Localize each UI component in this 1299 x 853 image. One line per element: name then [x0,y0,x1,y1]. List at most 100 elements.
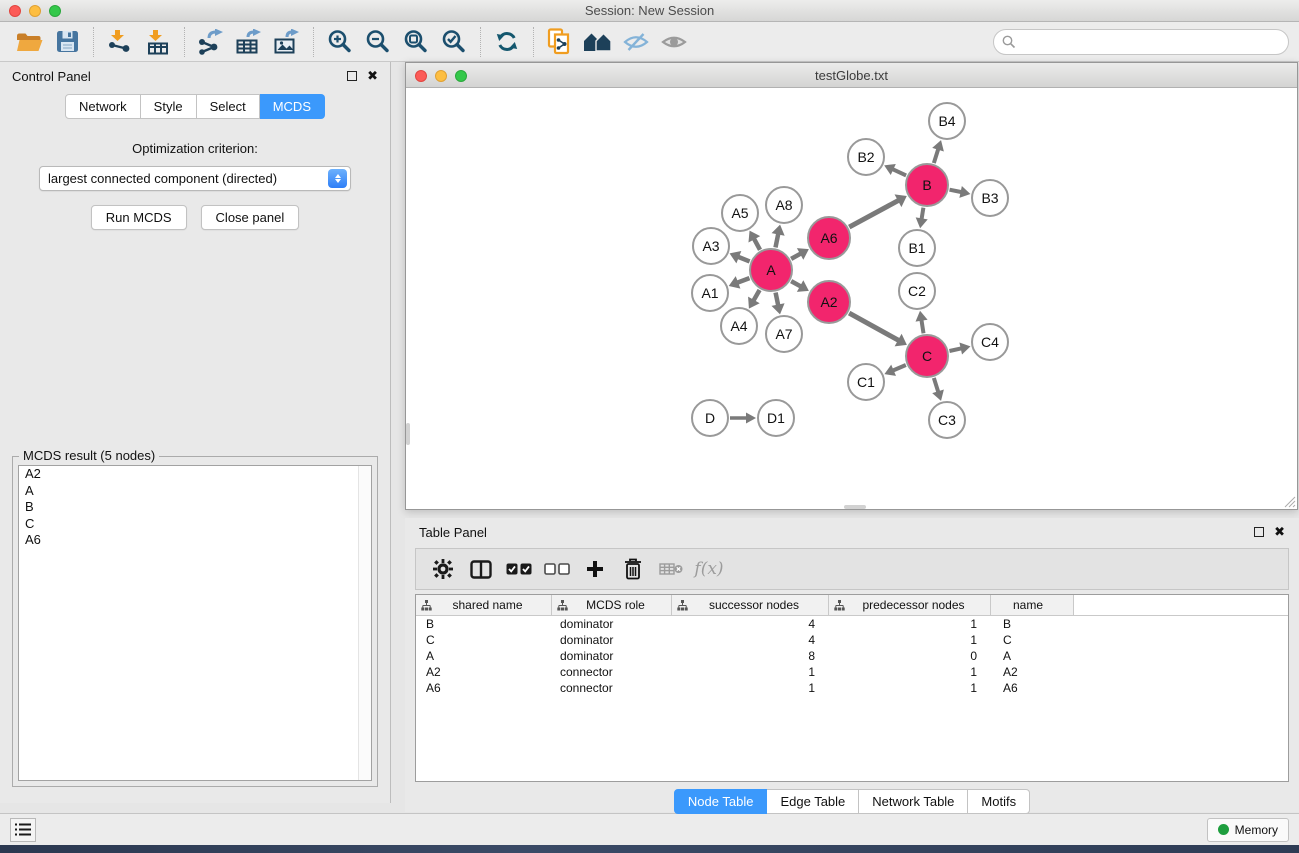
edge-A6-B[interactable] [849,200,899,227]
export-image-button[interactable] [268,26,306,58]
close-panel-icon[interactable]: ✖ [367,71,378,81]
table-row[interactable]: A6connector11A6 [416,680,1288,696]
edge-C-C3[interactable] [934,378,938,392]
tab-network[interactable]: Network [65,94,141,119]
delete-column-button[interactable] [616,553,650,585]
export-table-button[interactable] [230,26,268,58]
graph-node-C1[interactable]: C1 [848,364,884,400]
new-network-from-selection-button[interactable] [541,26,579,58]
graph-node-B2[interactable]: B2 [848,139,884,175]
table-settings-button[interactable] [426,553,460,585]
show-all-button[interactable] [655,26,693,58]
float-panel-icon[interactable] [347,71,357,81]
table-close-icon[interactable]: ✖ [1274,527,1285,537]
network-canvas[interactable]: B4B2BB3A5A8A6A3B1AA1C2A2A4A7C4CC1C3DD1 [406,88,1297,509]
graph-node-A1[interactable]: A1 [692,275,728,311]
edge-C-C4[interactable] [949,348,961,351]
table-float-icon[interactable] [1254,527,1264,537]
select-all-columns-button[interactable] [502,553,536,585]
edge-A-A7[interactable] [776,293,779,306]
network-minimize-button[interactable] [435,70,447,82]
export-network-button[interactable] [192,26,230,58]
vertical-scroll-thumb[interactable] [406,423,410,445]
graph-node-A8[interactable]: A8 [766,187,802,223]
edge-C-C1[interactable] [893,365,906,371]
import-network-button[interactable] [101,26,139,58]
close-panel-button[interactable]: Close panel [201,205,300,230]
tab-network-table[interactable]: Network Table [859,789,968,814]
result-item[interactable]: A [19,483,371,500]
column-header-name[interactable]: name [991,595,1074,615]
result-item[interactable]: B [19,499,371,516]
edge-B-B1[interactable] [922,208,924,220]
edge-A-A5[interactable] [754,238,760,249]
graph-node-A6[interactable]: A6 [808,217,850,259]
tab-style[interactable]: Style [141,94,197,119]
edge-A-A8[interactable] [776,233,779,247]
open-session-button[interactable] [10,26,48,58]
table-row[interactable]: A2connector11A2 [416,664,1288,680]
edge-B-B4[interactable] [934,149,938,163]
table-row[interactable]: Bdominator41B [416,616,1288,632]
graph-node-B[interactable]: B [906,164,948,206]
table-row[interactable]: Cdominator41C [416,632,1288,648]
result-scrollbar[interactable] [358,466,371,780]
graph-node-C4[interactable]: C4 [972,324,1008,360]
search-input[interactable] [993,29,1289,55]
resize-grip[interactable] [1282,494,1296,508]
task-history-button[interactable] [10,818,36,842]
toggle-columns-button[interactable] [464,553,498,585]
result-item[interactable]: A2 [19,466,371,483]
graph-node-A4[interactable]: A4 [721,308,757,344]
network-zoom-button[interactable] [455,70,467,82]
graph-node-C[interactable]: C [906,335,948,377]
edge-A-A3[interactable] [738,257,750,262]
import-table-button[interactable] [139,26,177,58]
first-neighbors-button[interactable] [579,26,617,58]
zoom-window-button[interactable] [49,5,61,17]
zoom-fit-button[interactable] [397,26,435,58]
edge-B-B3[interactable] [950,190,962,192]
graph-node-C3[interactable]: C3 [929,402,965,438]
close-window-button[interactable] [9,5,21,17]
tab-node-table[interactable]: Node Table [674,789,768,814]
optimization-criterion-select[interactable]: largest connected component (directed) [39,166,351,191]
edge-B-B2[interactable] [892,169,906,175]
graph-node-B1[interactable]: B1 [899,230,935,266]
edge-A-A4[interactable] [753,290,759,301]
tab-edge-table[interactable]: Edge Table [767,789,859,814]
tab-mcds[interactable]: MCDS [260,94,325,119]
horizontal-scroll-thumb[interactable] [844,505,866,509]
graph-node-D1[interactable]: D1 [758,400,794,436]
edge-C-C2[interactable] [921,320,923,334]
graph-node-A3[interactable]: A3 [693,228,729,264]
run-mcds-button[interactable]: Run MCDS [91,205,187,230]
graph-node-B3[interactable]: B3 [972,180,1008,216]
refresh-button[interactable] [488,26,526,58]
delete-table-button[interactable] [654,553,688,585]
mcds-result-list[interactable]: A2ABCA6 [18,465,372,781]
create-column-button[interactable] [578,553,612,585]
function-builder-button[interactable]: f(x) [692,553,726,585]
edge-A-A6[interactable] [791,253,801,258]
graph-node-C2[interactable]: C2 [899,273,935,309]
graph-node-D[interactable]: D [692,400,728,436]
column-header-MCDS-role[interactable]: MCDS role [552,595,672,615]
hide-selected-button[interactable] [617,26,655,58]
tab-select[interactable]: Select [197,94,260,119]
edge-A-A2[interactable] [791,281,801,286]
zoom-selected-button[interactable] [435,26,473,58]
save-session-button[interactable] [48,26,86,58]
memory-button[interactable]: Memory [1207,818,1289,842]
graph-node-A[interactable]: A [750,249,792,291]
tab-motifs[interactable]: Motifs [968,789,1030,814]
minimize-window-button[interactable] [29,5,41,17]
column-header-shared-name[interactable]: shared name [416,595,552,615]
network-close-button[interactable] [415,70,427,82]
result-item[interactable]: A6 [19,532,371,549]
graph-node-A5[interactable]: A5 [722,195,758,231]
edge-A-A1[interactable] [737,278,749,283]
graph-node-B4[interactable]: B4 [929,103,965,139]
table-row[interactable]: Adominator80A [416,648,1288,664]
result-item[interactable]: C [19,516,371,533]
